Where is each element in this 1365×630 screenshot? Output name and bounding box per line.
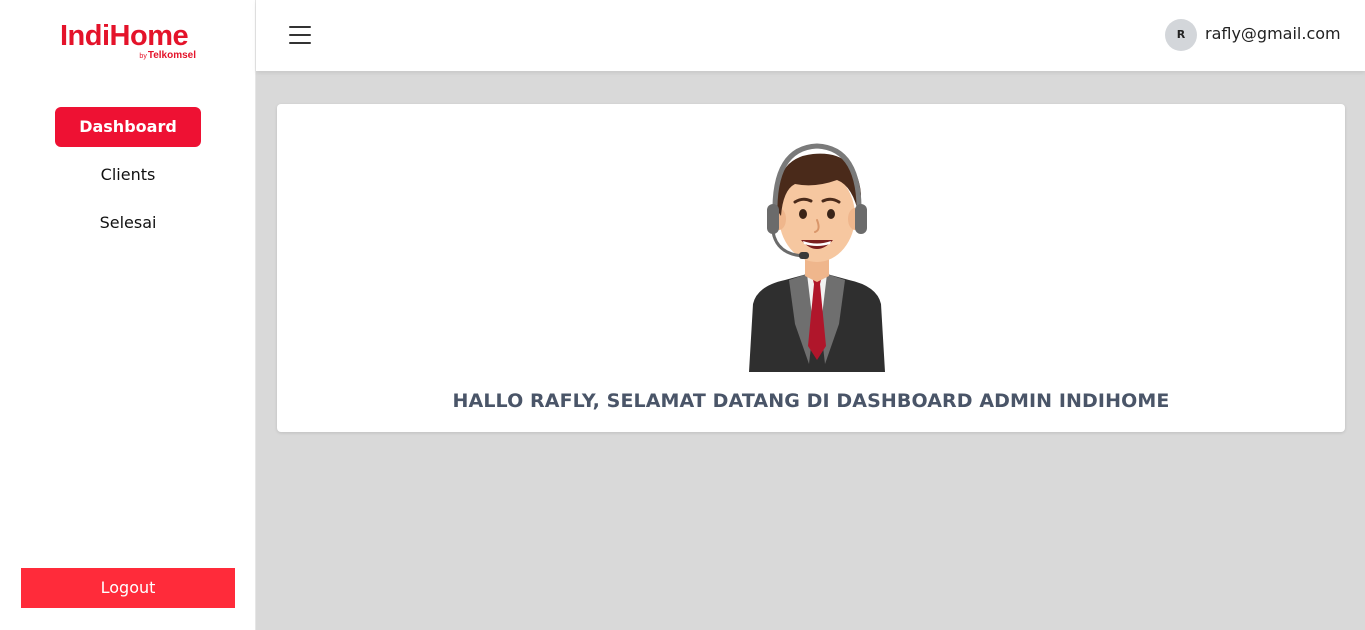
user-email[interactable]: rafly@gmail.com [1205, 24, 1341, 43]
indihome-logo[interactable]: IndiHome byTelkomsel [60, 18, 200, 64]
customer-service-agent-illustration [749, 143, 885, 372]
logout-button[interactable]: Logout [21, 568, 235, 608]
sidebar-item-dashboard[interactable]: Dashboard [55, 107, 201, 147]
top-bar: R rafly@gmail.com [256, 0, 1365, 71]
avatar[interactable]: R [1165, 19, 1197, 51]
welcome-message: HALLO RAFLY, SELAMAT DATANG DI DASHBOARD… [452, 390, 1170, 412]
welcome-card: HALLO RAFLY, SELAMAT DATANG DI DASHBOARD… [277, 104, 1345, 432]
logo-by: by [139, 53, 147, 60]
sidebar-item-selesai[interactable]: Selesai [55, 203, 201, 243]
sidebar: IndiHome byTelkomsel Dashboard Clients S… [0, 0, 256, 630]
sidebar-item-clients[interactable]: Clients [55, 155, 201, 195]
hamburger-menu-icon[interactable] [289, 26, 311, 44]
logo-telkomsel: Telkomsel [147, 50, 196, 61]
logo-text: IndiHome [60, 20, 189, 52]
logo-subtext: byTelkomsel [139, 50, 196, 61]
